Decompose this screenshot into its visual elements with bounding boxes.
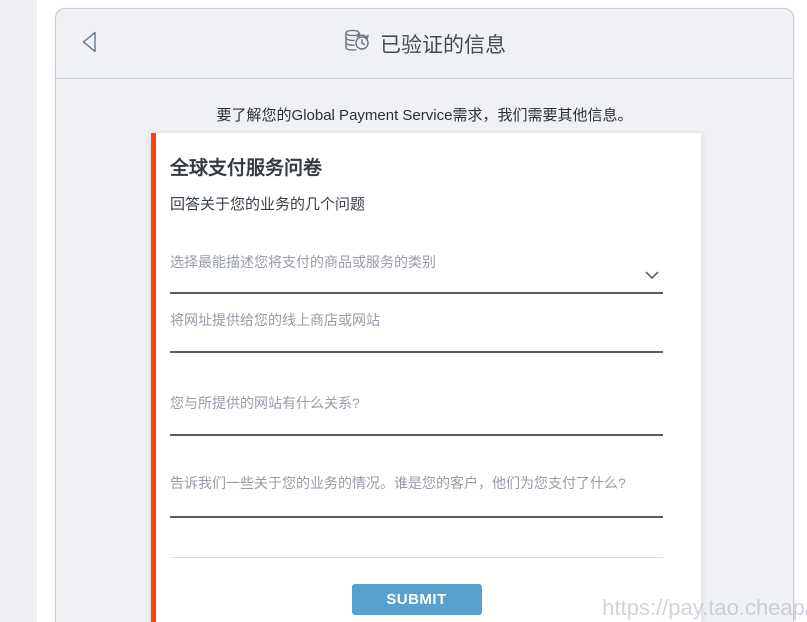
intro-text: 要了解您的Global Payment Service需求，我们需要其他信息。 xyxy=(56,104,793,125)
questionnaire-card: 全球支付服务问卷 回答关于您的业务的几个问题 选择最能描述您将支付的商品或服务的… xyxy=(151,133,701,622)
field-label: 将网址提供给您的线上商店或网站 xyxy=(170,311,663,329)
page-title: 已验证的信息 xyxy=(343,27,506,61)
form-title: 全球支付服务问卷 xyxy=(170,153,663,180)
triangle-left-icon xyxy=(79,30,103,57)
page-title-text: 已验证的信息 xyxy=(380,29,506,59)
back-button[interactable] xyxy=(76,29,106,59)
field-underline xyxy=(170,412,663,436)
chevron-down-icon xyxy=(645,267,659,285)
website-url-field[interactable]: 将网址提供给您的线上商店或网站 xyxy=(170,311,663,353)
left-gutter-strip xyxy=(0,0,37,622)
website-relationship-field[interactable]: 您与所提供的网站有什么关系? xyxy=(170,394,663,436)
field-underline xyxy=(170,492,663,518)
verification-panel: 已验证的信息 要了解您的Global Payment Service需求，我们需… xyxy=(55,8,794,622)
category-select-field[interactable]: 选择最能描述您将支付的商品或服务的类别 xyxy=(170,253,663,294)
field-label: 选择最能描述您将支付的商品或服务的类别 xyxy=(170,253,663,271)
panel-header: 已验证的信息 xyxy=(56,9,793,79)
field-label: 您与所提供的网站有什么关系? xyxy=(170,394,663,412)
business-description-field[interactable]: 告诉我们一些关于您的业务的情况。谁是您的客户，他们为您支付了什么? xyxy=(170,474,663,518)
field-label: 告诉我们一些关于您的业务的情况。谁是您的客户，他们为您支付了什么? xyxy=(170,474,663,492)
divider xyxy=(170,557,663,558)
coins-clock-icon xyxy=(343,27,371,61)
submit-button[interactable]: SUBMIT xyxy=(352,584,482,615)
field-underline xyxy=(170,329,663,353)
form-subtitle: 回答关于您的业务的几个问题 xyxy=(170,193,663,214)
field-underline xyxy=(170,271,663,294)
